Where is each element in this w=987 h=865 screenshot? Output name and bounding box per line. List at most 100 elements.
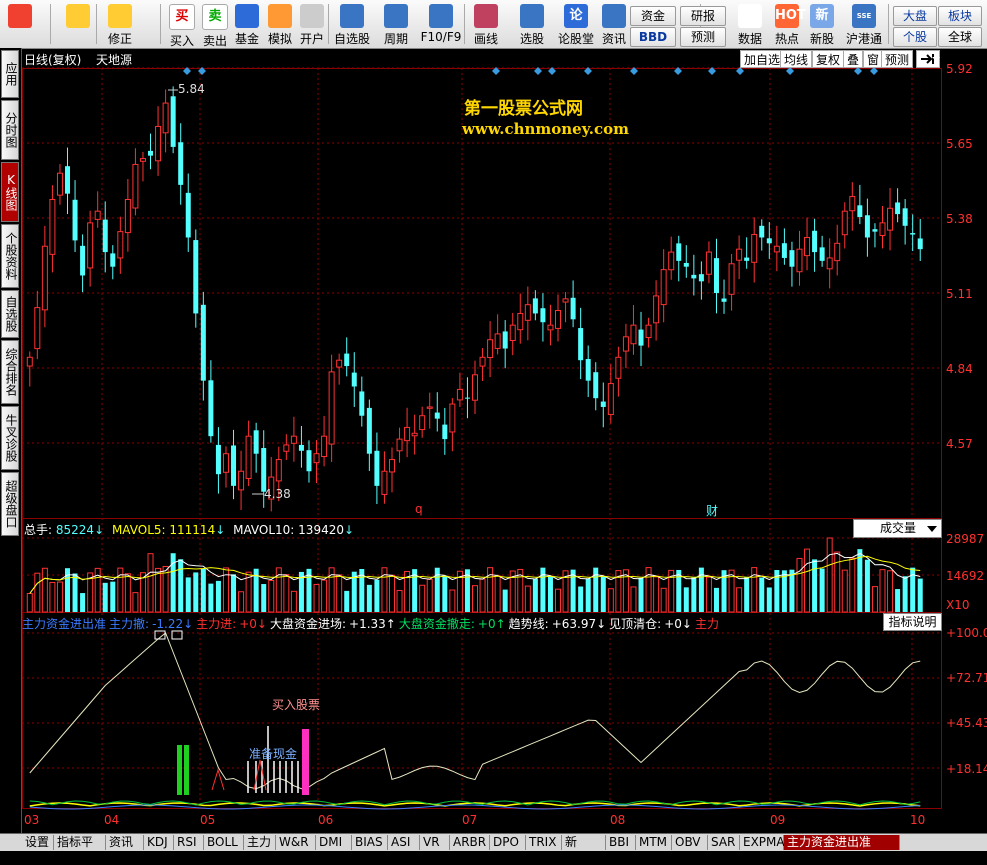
toolbar-fund-button[interactable]: 基金 (232, 2, 262, 46)
volume-bar-up (132, 592, 139, 613)
toolbar-app-logo-button[interactable] (2, 2, 38, 46)
toolbar-hot-button[interactable]: HOT 热点 (772, 2, 806, 46)
volume-bar-up (147, 553, 154, 613)
bottom-tab-6[interactable]: 主力 (244, 835, 276, 850)
left-tab-7[interactable]: 超级盘口 (1, 472, 19, 536)
bottom-tab-2[interactable]: 资讯 (106, 835, 144, 850)
indicator-legend-item: +0↓ (239, 617, 267, 631)
left-tab-2[interactable]: K线图 (1, 162, 19, 222)
candle-down (374, 450, 380, 486)
bottom-tab-11[interactable]: VR (420, 835, 450, 850)
toolbar-pick-button[interactable]: 选股 (512, 2, 552, 46)
left-tab-0[interactable]: 应用 (1, 50, 19, 98)
bottom-tab-9[interactable]: BIAS (352, 835, 388, 850)
toolbar-repair-button[interactable]: 修正 (102, 2, 138, 46)
chart-header-button-3[interactable]: 叠 (843, 50, 864, 68)
indicator-selector[interactable]: 成交量 (853, 519, 942, 538)
dropdown-arrow-icon[interactable] (930, 50, 942, 68)
bottom-tab-10[interactable]: ASI (388, 835, 420, 850)
bottom-tab-5[interactable]: BOLL (204, 835, 244, 850)
candle-up (321, 435, 328, 458)
date-tick: 10 (910, 813, 926, 827)
candle-down (812, 230, 818, 253)
candle-up (630, 324, 637, 345)
bottom-tab-16[interactable]: BBI (606, 835, 636, 850)
volume-bar-down (638, 577, 644, 612)
toolbar-news-button[interactable]: 资讯 (598, 2, 630, 46)
chart-header-button-4[interactable]: 窗 (863, 50, 884, 68)
chart-header-button-2[interactable]: 复权 (812, 50, 845, 68)
left-tab-4[interactable]: 自选股 (1, 290, 19, 338)
bottom-tab-8[interactable]: DMI (316, 835, 352, 850)
bottom-tab-4[interactable]: RSI (174, 835, 204, 850)
candle-down (781, 243, 787, 258)
left-tab-5[interactable]: 综合排名 (1, 340, 19, 404)
toolbar-f10-button[interactable]: F10/F9 (418, 2, 464, 46)
toolbar-watchlist-label: 自选股 (333, 32, 370, 46)
mavol5-value: 111114 (169, 523, 216, 537)
bottom-tab-15[interactable]: 新DMA (562, 835, 606, 864)
toolbar-data-button[interactable]: PE 数据 (733, 2, 767, 46)
candle-down (917, 238, 923, 250)
toolbar-buy-button[interactable]: 买买入 (167, 2, 197, 48)
bottom-tab-7[interactable]: W&R (276, 835, 316, 850)
indicator-legend-item: +0↓ (664, 617, 692, 631)
toolbar-simulate-button[interactable]: 模拟 (265, 2, 295, 46)
bottom-tab-19[interactable]: SAR (708, 835, 740, 850)
toolbar-global-button[interactable]: 全球 (938, 27, 982, 47)
toolbar-capital-button[interactable]: 资金 (630, 6, 676, 26)
price-tick: 5.11 (946, 287, 973, 301)
chart-area[interactable] (22, 48, 942, 833)
event-marker-finance[interactable]: 财 (706, 502, 718, 519)
toolbar-sell-button[interactable]: 卖卖出 (200, 2, 230, 48)
toolbar-watchlist-button[interactable]: 自选股 (332, 2, 372, 46)
indicator-panel-frame (22, 612, 942, 809)
bottom-tab-3[interactable]: KDJ (144, 835, 174, 850)
bottom-tab-13[interactable]: DPO (490, 835, 526, 850)
bottom-tab-18[interactable]: OBV (672, 835, 708, 850)
toolbar-forecast-button[interactable]: 预测 (680, 27, 726, 47)
bottom-tab-1[interactable]: 指标平台 (54, 835, 106, 864)
chevron-down-icon (927, 526, 937, 532)
candle-up (336, 359, 343, 368)
left-tab-1[interactable]: 分时图 (1, 100, 19, 160)
toolbar-research-button[interactable]: 研报 (680, 6, 726, 26)
simulate-icon (268, 4, 292, 28)
toolbar-forum-button[interactable]: 论论股堂 (556, 2, 596, 46)
left-tab-6[interactable]: 牛叉诊股 (1, 406, 19, 470)
candle-up (826, 257, 833, 270)
toolbar-sector-button[interactable]: 板块 (938, 6, 982, 26)
volume-bar-down (261, 584, 267, 612)
toolbar-bbd-button[interactable]: BBD (630, 27, 676, 47)
candle-down (442, 424, 448, 440)
toolbar-individual-button[interactable]: 个股 (893, 27, 937, 47)
bottom-tab-0[interactable]: 设置 (22, 835, 54, 850)
toolbar-back-button[interactable] (60, 2, 96, 46)
volume-bar-down (812, 559, 818, 612)
toolbar-hot-label: 热点 (774, 32, 799, 46)
toolbar-hk-connect-button[interactable]: SSE HKE 沪港通 (842, 2, 886, 46)
open-account-icon (300, 4, 324, 28)
bottom-tab-21[interactable]: 主力资金进出准 (784, 835, 900, 850)
toolbar-period-button[interactable]: 周期 (376, 2, 416, 46)
signal-bar-green (177, 745, 182, 795)
toolbar-market-button[interactable]: 大盘 (893, 6, 937, 26)
toolbar-open-account-button[interactable]: 开户 (297, 2, 327, 46)
bottom-tab-14[interactable]: TRIX (526, 835, 562, 850)
candle-down (766, 238, 772, 244)
chart-header-button-5[interactable]: 预测 (881, 50, 914, 68)
event-marker-q[interactable]: q (415, 502, 423, 516)
candle-up (162, 102, 169, 134)
chart-header-button-0[interactable]: 加自选 (740, 50, 785, 68)
toolbar-draw-button[interactable]: 画线 (466, 2, 506, 46)
toolbar-new-stock-button[interactable]: 新新股 (806, 2, 838, 46)
indicator-help-button[interactable]: 指标说明 (883, 613, 942, 631)
chart-header-button-1[interactable]: 均线 (780, 50, 813, 68)
bottom-tab-20[interactable]: EXPMA (740, 835, 785, 850)
date-tick: 08 (610, 813, 626, 827)
bottom-tab-12[interactable]: ARBR (450, 835, 490, 850)
left-tab-3[interactable]: 个股资料 (1, 224, 19, 288)
bottom-tab-17[interactable]: MTM (636, 835, 672, 850)
indicator-legend-item: 主力撤: (109, 617, 150, 631)
chart-canvas[interactable] (22, 48, 942, 833)
